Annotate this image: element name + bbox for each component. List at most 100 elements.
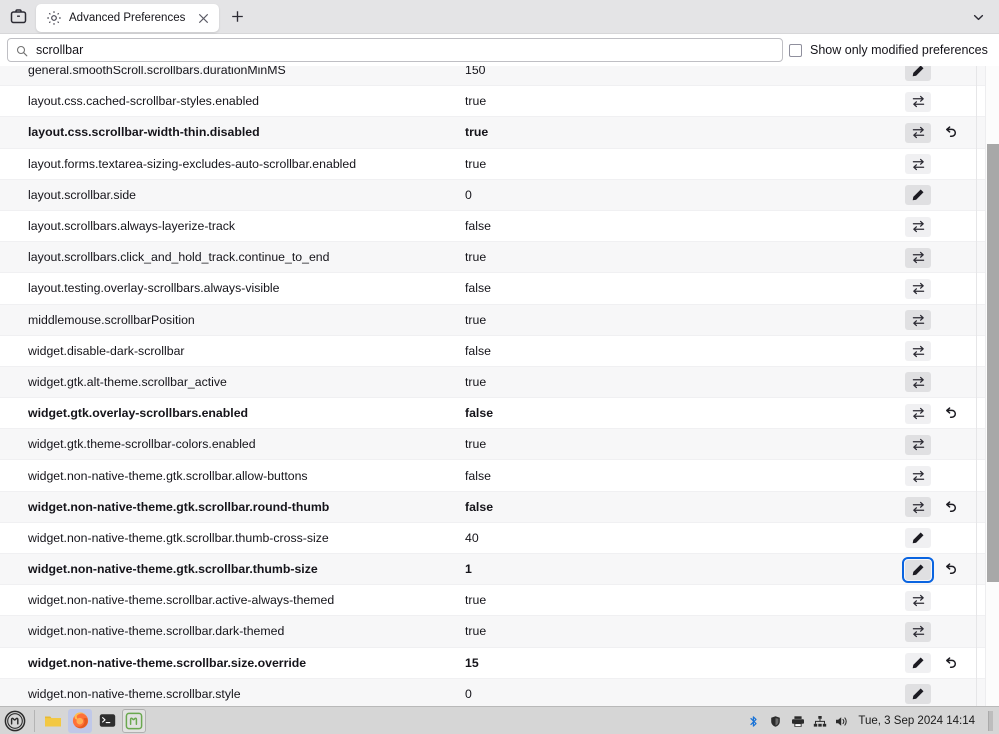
toggle-icon[interactable]	[905, 497, 931, 518]
search-input[interactable]	[36, 40, 774, 60]
firefox-view-icon[interactable]	[0, 0, 36, 34]
pref-name: general.smoothScroll.scrollbars.duration…	[28, 66, 286, 78]
panel-drag-handle[interactable]	[988, 711, 993, 731]
table-row[interactable]: layout.testing.overlay-scrollbars.always…	[0, 272, 999, 304]
pref-name: layout.forms.textarea-sizing-excludes-au…	[28, 156, 357, 171]
table-row[interactable]: widget.gtk.overlay-scrollbars.enabled fal…	[0, 397, 999, 429]
pref-name: layout.testing.overlay-scrollbars.always…	[28, 281, 280, 296]
table-row[interactable]: widget.gtk.alt-theme.scrollbar_active tru…	[0, 365, 999, 398]
toggle-icon[interactable]	[905, 278, 931, 299]
table-row[interactable]: widget.non-native-theme.scrollbar.dark-t…	[0, 615, 999, 647]
show-modified-checkbox[interactable]	[789, 43, 802, 57]
pref-value: true	[465, 125, 489, 140]
tab-title: Advanced Preferences	[69, 12, 186, 24]
search-icon	[16, 44, 28, 57]
toggle-icon[interactable]	[905, 403, 931, 424]
action-spacer	[937, 185, 963, 205]
table-row[interactable]: general.smoothScroll.scrollbars.duration…	[0, 66, 999, 86]
toggle-icon[interactable]	[905, 466, 931, 487]
bluetooth-icon[interactable]	[746, 714, 761, 729]
table-row[interactable]: layout.scrollbars.always-layerize-track f…	[0, 209, 999, 242]
table-row[interactable]: widget.non-native-theme.gtk.scrollbar.al…	[0, 459, 999, 491]
toggle-icon[interactable]	[905, 372, 931, 393]
tab-advanced-preferences[interactable]: Advanced Preferences	[36, 4, 220, 32]
undo-icon[interactable]	[937, 497, 963, 517]
taskbar-separator	[34, 709, 35, 732]
pref-name: layout.css.cached-scrollbar-styles.enabl…	[28, 94, 260, 109]
mint-window-icon[interactable]	[122, 708, 146, 733]
taskbar-launchers	[41, 708, 146, 733]
table-row[interactable]: widget.gtk.theme-scrollbar-colors.enable…	[0, 428, 999, 460]
action-spacer	[937, 341, 963, 361]
toggle-icon[interactable]	[905, 434, 931, 455]
table-row[interactable]: middlemouse.scrollbarPosition true	[0, 303, 999, 335]
pref-value: false	[465, 219, 491, 234]
toggle-icon[interactable]	[905, 341, 931, 362]
table-row[interactable]: layout.scrollbar.side 0	[0, 178, 999, 210]
new-tab-button[interactable]	[222, 2, 252, 32]
table-row[interactable]: widget.disable-dark-scrollbar false	[0, 334, 999, 366]
action-spacer	[937, 66, 963, 81]
table-row[interactable]: widget.non-native-theme.gtk.scrollbar.th…	[0, 553, 999, 585]
file-manager-icon[interactable]	[41, 709, 65, 733]
table-row[interactable]: widget.non-native-theme.scrollbar.size.o…	[0, 646, 999, 678]
toggle-icon[interactable]	[905, 310, 931, 331]
preferences-rows: general.smoothScroll.scrollbars.duration…	[0, 66, 999, 706]
preferences-list[interactable]: general.smoothScroll.scrollbars.duration…	[0, 66, 999, 706]
clock[interactable]: Tue, 3 Sep 2024 14:14	[858, 715, 975, 727]
list-all-tabs-button[interactable]	[963, 0, 993, 34]
action-spacer	[937, 92, 963, 112]
search-box[interactable]	[7, 38, 783, 62]
linux-mint-menu-icon[interactable]	[2, 708, 28, 734]
table-row[interactable]: layout.scrollbars.click_and_hold_track.c…	[0, 241, 999, 273]
taskbar: Tue, 3 Sep 2024 14:14	[0, 706, 999, 734]
action-spacer	[937, 528, 963, 548]
undo-icon[interactable]	[937, 404, 963, 424]
pref-value: 0	[465, 686, 472, 701]
toggle-icon[interactable]	[905, 122, 931, 143]
pencil-icon[interactable]	[902, 556, 934, 583]
pref-value: true	[465, 250, 487, 265]
pref-name: widget.gtk.alt-theme.scrollbar_active	[28, 374, 227, 389]
table-row[interactable]: widget.non-native-theme.gtk.scrollbar.th…	[0, 521, 999, 553]
toggle-icon[interactable]	[905, 154, 931, 175]
table-row[interactable]: widget.non-native-theme.scrollbar.style 0	[0, 677, 999, 706]
firefox-icon[interactable]	[68, 708, 92, 733]
pref-value: 0	[465, 187, 472, 202]
toggle-icon[interactable]	[905, 621, 931, 642]
table-row[interactable]: widget.non-native-theme.scrollbar.active…	[0, 584, 999, 616]
pencil-icon[interactable]	[905, 528, 931, 549]
toggle-icon[interactable]	[905, 216, 931, 237]
undo-icon[interactable]	[937, 560, 963, 580]
pencil-icon[interactable]	[905, 185, 931, 206]
pref-value: true	[465, 593, 487, 608]
pref-name: layout.scrollbars.always-layerize-track	[28, 219, 236, 234]
toggle-icon[interactable]	[905, 91, 931, 112]
table-row[interactable]: layout.forms.textarea-sizing-excludes-au…	[0, 147, 999, 179]
action-spacer	[937, 279, 963, 299]
pencil-icon[interactable]	[905, 653, 931, 674]
pref-value: true	[465, 374, 487, 389]
pref-name: widget.non-native-theme.gtk.scrollbar.th…	[28, 530, 329, 545]
printer-icon[interactable]	[790, 714, 805, 729]
pref-value: false	[465, 406, 494, 421]
table-row[interactable]: layout.css.cached-scrollbar-styles.enabl…	[0, 85, 999, 117]
terminal-icon[interactable]	[95, 709, 119, 733]
show-only-modified-toggle[interactable]: Show only modified preferences	[789, 38, 988, 62]
volume-icon[interactable]	[834, 714, 849, 729]
undo-icon[interactable]	[937, 123, 963, 143]
undo-icon[interactable]	[937, 653, 963, 673]
action-spacer	[937, 684, 963, 704]
scrollbar-thumb[interactable]	[987, 144, 999, 582]
toggle-icon[interactable]	[905, 247, 931, 268]
table-row[interactable]: layout.css.scrollbar-width-thin.disabled…	[0, 116, 999, 148]
table-row[interactable]: widget.non-native-theme.gtk.scrollbar.ro…	[0, 490, 999, 522]
close-icon[interactable]	[193, 8, 213, 28]
pencil-icon[interactable]	[905, 684, 931, 705]
shield-icon[interactable]	[768, 714, 783, 729]
toggle-icon[interactable]	[905, 590, 931, 611]
network-icon[interactable]	[812, 714, 827, 729]
pencil-icon[interactable]	[905, 66, 931, 81]
pref-name: layout.css.scrollbar-width-thin.disabled	[28, 125, 260, 140]
vertical-scrollbar[interactable]	[985, 66, 999, 706]
